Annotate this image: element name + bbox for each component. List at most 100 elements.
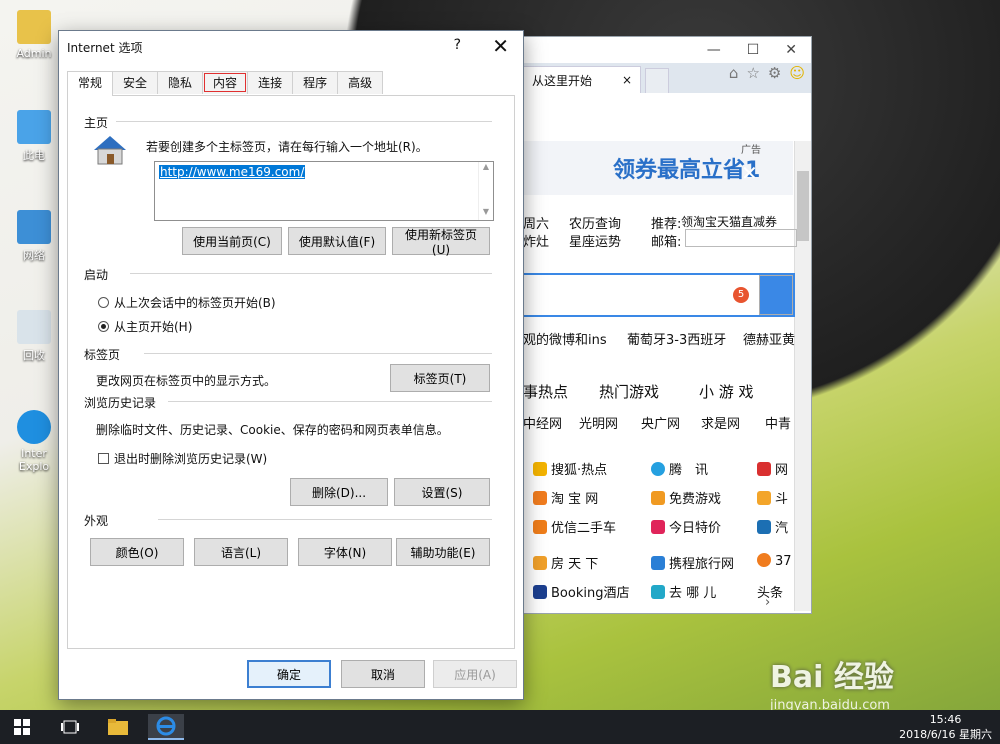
startup-last-session-radio[interactable]: 从上次会话中的标签页开始(B) (98, 294, 276, 311)
site-grid-row: Booking酒店 去 哪 儿 头条 (533, 582, 783, 601)
site-link[interactable]: 今日特价 (651, 517, 721, 536)
delete-history-on-exit-checkbox[interactable]: 退出时删除浏览历史记录(W) (98, 450, 267, 467)
history-settings-button[interactable]: 设置(S) (394, 478, 490, 506)
homepage-instruction: 若要创建多个主标签页，请在每行输入一个地址(R)。 (146, 140, 428, 154)
site-link[interactable]: 求是网 (701, 413, 740, 432)
ad-close-icon[interactable]: ✕ (741, 161, 758, 185)
tab-advanced[interactable]: 高级 (337, 71, 384, 94)
tab-general[interactable]: 常规 (67, 71, 114, 96)
desktop-icon-admin[interactable]: Admin (8, 10, 60, 60)
divider (144, 353, 492, 354)
cancel-button[interactable]: 取消 (341, 660, 425, 688)
site-grid-row: 优信二手车 今日特价 汽 (533, 517, 788, 536)
tab-connections[interactable]: 连接 (247, 71, 294, 94)
site-link[interactable]: 汽 (757, 517, 788, 536)
ok-button[interactable]: 确定 (247, 660, 331, 688)
link[interactable]: 领淘宝天猫直减券 (681, 213, 777, 230)
site-link[interactable]: 中青 (765, 413, 791, 432)
task-view-button[interactable] (52, 714, 88, 740)
textarea-scrollbar[interactable]: ▲ ▼ (478, 162, 493, 220)
tab[interactable]: 事热点 (523, 381, 568, 402)
tab-security[interactable]: 安全 (112, 71, 159, 94)
desktop-icon-this-pc[interactable]: 此电 (8, 110, 60, 163)
tab[interactable]: 热门游戏 (599, 381, 659, 402)
colors-button[interactable]: 颜色(O) (90, 538, 184, 566)
search-button[interactable] (759, 275, 793, 315)
delete-history-button[interactable]: 删除(D)... (290, 478, 388, 506)
languages-button[interactable]: 语言(L) (194, 538, 288, 566)
use-default-button[interactable]: 使用默认值(F) (288, 227, 386, 255)
news-link[interactable]: 德赫亚黄 (743, 329, 795, 348)
link[interactable]: 星座运势 (569, 231, 621, 250)
site-link[interactable]: 斗 (757, 488, 788, 507)
file-explorer-button[interactable] (100, 714, 136, 740)
section-homepage: 主页 (84, 116, 109, 130)
fonts-button[interactable]: 字体(N) (298, 538, 392, 566)
accessibility-button[interactable]: 辅助功能(E) (396, 538, 490, 566)
tab-content[interactable]: 内容 (202, 71, 249, 94)
startup-homepage-radio[interactable]: 从主页开始(H) (98, 318, 192, 335)
minimize-icon[interactable]: — (707, 42, 721, 58)
homepage-url-textarea[interactable]: http://www.me169.com/ ▲ ▼ (154, 161, 494, 221)
smiley-icon[interactable]: ☺ (789, 64, 805, 82)
use-new-tab-button[interactable]: 使用新标签页(U) (392, 227, 490, 257)
news-link[interactable]: 葡萄牙3-3西班牙 (627, 329, 726, 348)
homepage-url-value: http://www.me169.com/ (159, 165, 306, 179)
site-link[interactable]: 37 (757, 553, 792, 569)
new-tab-button[interactable] (645, 68, 669, 93)
link[interactable]: 周六 (523, 213, 549, 232)
home-icon[interactable]: ⌂ (729, 64, 739, 82)
link[interactable]: 炸灶 (523, 231, 549, 250)
news-link[interactable]: 观的微博和ins (523, 329, 607, 348)
start-button[interactable] (4, 714, 40, 740)
house-icon (94, 136, 126, 165)
site-link[interactable]: Booking酒店 (533, 585, 629, 601)
dialog-titlebar[interactable]: Internet 选项 ? ✕ (59, 31, 523, 63)
site-link[interactable]: 房 天 下 (533, 556, 598, 572)
tabs-settings-button[interactable]: 标签页(T) (390, 364, 490, 392)
desktop-icon-recycle-bin[interactable]: 回收 (8, 310, 60, 363)
site-link[interactable]: 淘 宝 网 (533, 491, 598, 507)
site-link[interactable]: 央广网 (641, 413, 680, 432)
site-link[interactable]: 携程旅行网 (651, 553, 734, 572)
taskbar: 15:46 2018/6/16 星期六 (0, 710, 1000, 744)
site-link[interactable]: 网 (757, 459, 788, 478)
gear-icon[interactable]: ⚙ (768, 64, 781, 82)
close-icon[interactable]: ✕ (785, 42, 797, 58)
site-link[interactable]: 免费游戏 (651, 488, 721, 507)
email-field[interactable] (685, 229, 797, 247)
favorites-star-icon[interactable]: ☆ (746, 64, 759, 82)
tab-close-icon[interactable]: × (622, 73, 632, 87)
site-link[interactable]: 中经网 (523, 413, 562, 432)
windows-logo-icon (14, 719, 30, 735)
site-link[interactable]: 腾 讯 (651, 459, 708, 478)
site-link[interactable]: 去 哪 儿 (651, 582, 716, 601)
site-link[interactable]: 光明网 (579, 413, 618, 432)
system-clock[interactable]: 15:46 2018/6/16 星期六 (899, 712, 992, 742)
site-link[interactable]: 优信二手车 (533, 520, 616, 536)
use-current-button[interactable]: 使用当前页(C) (182, 227, 282, 255)
folder-icon (17, 10, 51, 44)
maximize-icon[interactable]: ☐ (747, 42, 760, 58)
scrollbar-thumb[interactable] (797, 171, 809, 241)
search-box[interactable]: 5 (523, 273, 795, 317)
computer-icon (17, 110, 51, 144)
tab-programs[interactable]: 程序 (292, 71, 339, 94)
tab[interactable]: 小 游 戏 (699, 381, 754, 402)
browser-tab[interactable]: 从这里开始 × (523, 66, 641, 93)
link[interactable]: 农历查询 (569, 213, 621, 232)
recycle-bin-icon (17, 310, 51, 344)
scroll-right-icon[interactable]: › (765, 595, 770, 610)
desktop-icon-network[interactable]: 网络 (8, 210, 60, 263)
internet-explorer-taskbar-button[interactable] (148, 714, 184, 740)
desktop-icon-ie[interactable]: Inter Explo (8, 410, 60, 473)
baidu-watermark: Bai 经验 (770, 660, 894, 695)
ad-label: 广告 (741, 145, 761, 156)
help-button[interactable]: ? (454, 37, 461, 53)
tab-privacy[interactable]: 隐私 (157, 71, 204, 94)
site-link[interactable]: 搜狐·热点 (533, 462, 607, 478)
dialog-close-button[interactable]: ✕ (492, 34, 509, 58)
divider (168, 401, 492, 402)
apply-button[interactable]: 应用(A) (433, 660, 517, 688)
page-scrollbar[interactable] (794, 141, 811, 611)
